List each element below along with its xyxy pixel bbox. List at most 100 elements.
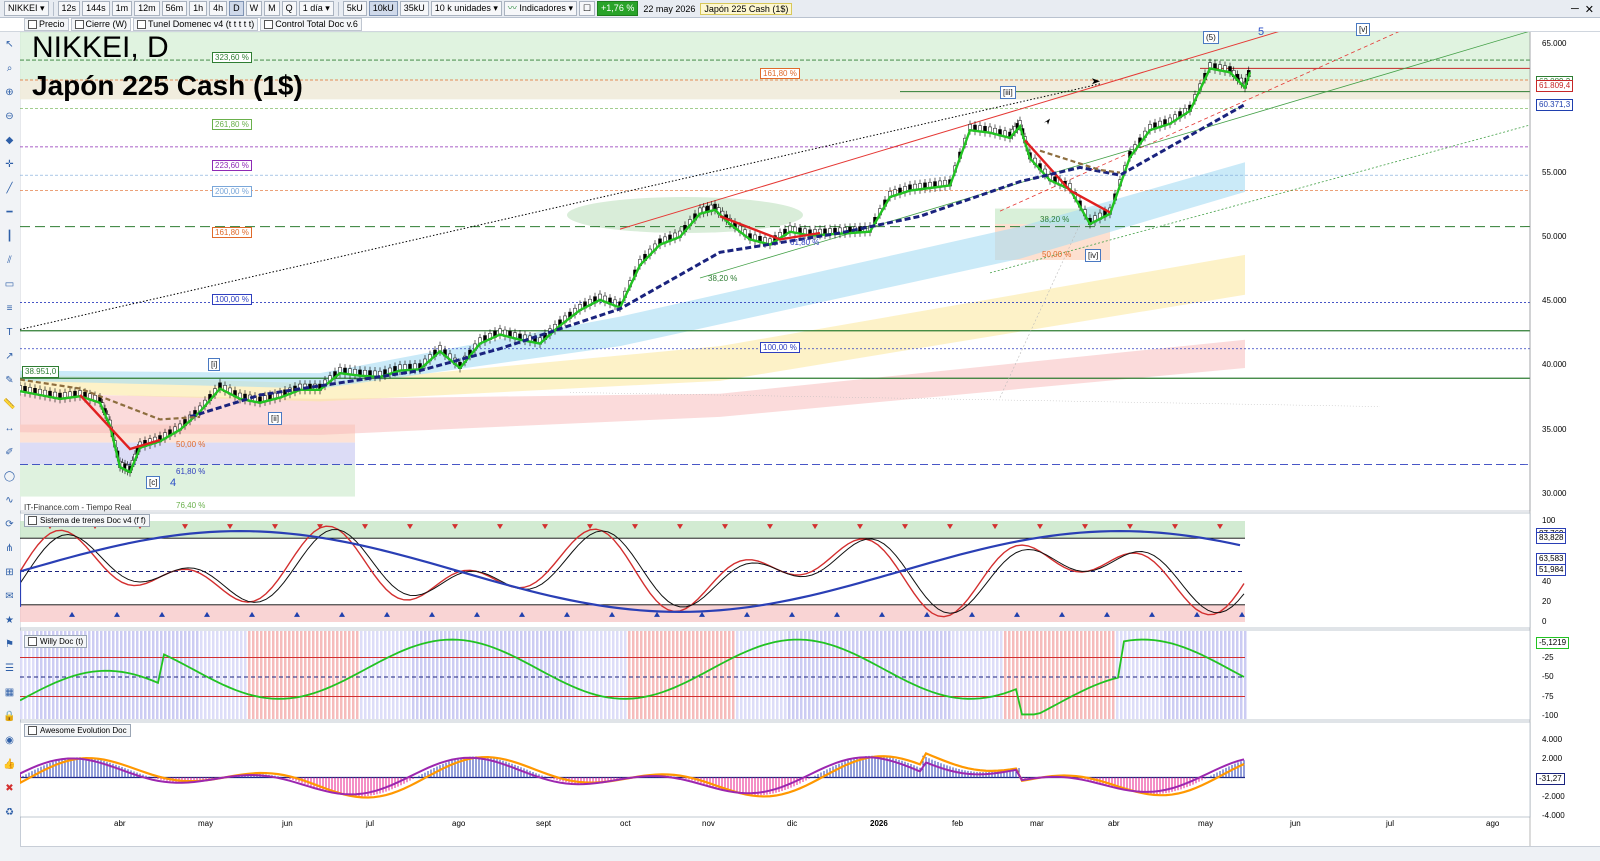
timeframe-12s[interactable]: 12s bbox=[57, 1, 81, 16]
channel-icon[interactable]: ⫽ bbox=[3, 254, 16, 267]
timeframe-4h[interactable]: 4h bbox=[209, 1, 228, 16]
vline-icon[interactable]: ┃ bbox=[3, 230, 16, 243]
timeframe-d[interactable]: D bbox=[229, 1, 244, 16]
willy-bar bbox=[556, 631, 559, 719]
indicator-panel-title[interactable]: Awesome Evolution Doc bbox=[24, 724, 131, 737]
price-tag: 60.371,3 bbox=[1536, 98, 1574, 111]
willy-bar bbox=[992, 631, 995, 719]
fib-icon[interactable]: ≡ bbox=[3, 302, 16, 315]
gann-icon[interactable]: ⊞ bbox=[3, 566, 16, 579]
rect-icon[interactable]: ▭ bbox=[3, 278, 16, 291]
timeframe-q[interactable]: Q bbox=[281, 1, 297, 16]
zoom-in-icon[interactable]: ⊕ bbox=[3, 86, 16, 99]
time-axis-label: mar bbox=[1030, 819, 1044, 828]
willy-bar bbox=[396, 631, 399, 719]
eye-icon[interactable]: ◉ bbox=[3, 734, 16, 747]
thumb-up-icon[interactable]: 👍 bbox=[3, 758, 16, 771]
unit-35ku[interactable]: 35kU bbox=[399, 1, 429, 16]
legend-item[interactable]: Cierre (W) bbox=[70, 18, 132, 31]
trendline-icon[interactable]: ╱ bbox=[3, 182, 16, 195]
willy-bar bbox=[1148, 631, 1151, 719]
timeframe-56m[interactable]: 56m bbox=[161, 1, 188, 16]
shape-icon[interactable]: ◯ bbox=[3, 470, 16, 483]
unit-5ku[interactable]: 5kU bbox=[342, 1, 367, 16]
crosshair-icon[interactable]: ✛ bbox=[3, 158, 16, 171]
time-scrollbar[interactable] bbox=[20, 846, 1600, 861]
willy-bar bbox=[464, 631, 467, 719]
fib-level-label: 100,00 % bbox=[760, 342, 800, 353]
star-icon[interactable]: ★ bbox=[3, 614, 16, 627]
period-select[interactable]: 1 día ▾ bbox=[298, 1, 334, 16]
text-icon[interactable]: T bbox=[3, 326, 16, 339]
cleanup-icon[interactable]: ♻ bbox=[3, 806, 16, 819]
indicator-value-tag: 51,984 bbox=[1536, 564, 1567, 577]
legend-item[interactable]: Precio bbox=[24, 18, 69, 31]
hline-icon[interactable]: ━ bbox=[3, 206, 16, 219]
willy-bar bbox=[1156, 631, 1159, 719]
willy-bar bbox=[912, 631, 915, 719]
willy-bar bbox=[256, 631, 259, 719]
willy-bar bbox=[1024, 631, 1027, 719]
price-tag: 61.809,4 bbox=[1536, 80, 1574, 93]
chart-settings-button[interactable]: ☐ bbox=[578, 1, 596, 16]
willy-bar bbox=[1132, 631, 1135, 719]
delete-icon[interactable]: ✖ bbox=[3, 782, 16, 795]
willy-bar bbox=[848, 631, 851, 719]
price-axis-label: 30.000 bbox=[1542, 489, 1567, 498]
cycle-icon[interactable]: ⟳ bbox=[3, 518, 16, 531]
timeframe-1m[interactable]: 1m bbox=[111, 1, 133, 16]
pitchfork-icon[interactable]: ⋔ bbox=[3, 542, 16, 555]
willy-bar bbox=[104, 631, 107, 719]
timeframe-144s[interactable]: 144s bbox=[82, 1, 110, 16]
indicator-panel-title[interactable]: Willy Doc (t) bbox=[24, 635, 88, 648]
willy-bar bbox=[288, 631, 291, 719]
willy-bar bbox=[488, 631, 491, 719]
timeframe-1h[interactable]: 1h bbox=[189, 1, 208, 16]
wave-icon[interactable]: ∿ bbox=[3, 494, 16, 507]
willy-bar bbox=[516, 631, 519, 719]
indicators-button[interactable]: 〰 Indicadores ▾ bbox=[503, 1, 577, 16]
units-select-label: 10 k unidades bbox=[434, 3, 491, 13]
layers-icon[interactable]: ☰ bbox=[3, 662, 16, 675]
cursor-icon[interactable]: ↖ bbox=[3, 38, 16, 51]
time-axis-label: oct bbox=[620, 819, 631, 828]
willy-bar bbox=[984, 631, 987, 719]
grid-icon[interactable]: ▦ bbox=[3, 686, 16, 699]
unit-10ku[interactable]: 10kU bbox=[368, 1, 398, 16]
willy-bar bbox=[672, 631, 675, 719]
zoom-icon[interactable]: ⌕ bbox=[3, 62, 16, 75]
willy-bar bbox=[308, 631, 311, 719]
indicator-panel-title[interactable]: Sistema de trenes Doc v4 (f f) bbox=[24, 514, 150, 527]
willy-bar bbox=[280, 631, 283, 719]
pen-icon[interactable]: ✎ bbox=[3, 374, 16, 387]
willy-bar bbox=[960, 631, 963, 719]
units-select[interactable]: 10 k unidades ▾ bbox=[430, 1, 502, 16]
indicator-axis-label: -4.000 bbox=[1542, 810, 1565, 820]
arrow-icon[interactable]: ↗ bbox=[3, 350, 16, 363]
measure-icon[interactable]: ↔ bbox=[3, 422, 16, 435]
willy-bar bbox=[788, 631, 791, 719]
ruler-icon[interactable]: 📏 bbox=[3, 398, 16, 411]
timeframe-m[interactable]: M bbox=[264, 1, 280, 16]
legend-item[interactable]: Control Total Doc v.6 bbox=[260, 18, 362, 31]
close-icon[interactable]: ✕ bbox=[1585, 3, 1594, 16]
willy-bar bbox=[1012, 631, 1015, 719]
toolbar-separator bbox=[337, 1, 339, 16]
chart-canvas[interactable] bbox=[20, 32, 1580, 847]
symbol-select[interactable]: NIKKEI ▾ bbox=[4, 1, 49, 16]
zoom-out-icon[interactable]: ⊖ bbox=[3, 110, 16, 123]
willy-bar bbox=[1120, 631, 1123, 719]
willy-bar bbox=[128, 631, 131, 719]
flag-icon[interactable]: ⚑ bbox=[3, 638, 16, 651]
timeframe-w[interactable]: W bbox=[245, 1, 263, 16]
legend-item[interactable]: Tunel Domenec v4 (t t t t t) bbox=[133, 18, 259, 31]
lock-icon[interactable]: 🔒 bbox=[3, 710, 16, 723]
willy-bar bbox=[972, 631, 975, 719]
willy-bar bbox=[800, 631, 803, 719]
magnet-icon[interactable]: ◆ bbox=[3, 134, 16, 147]
willy-bar bbox=[884, 631, 887, 719]
timeframe-12m[interactable]: 12m bbox=[134, 1, 160, 16]
note-icon[interactable]: ✉ bbox=[3, 590, 16, 603]
brush-icon[interactable]: ✐ bbox=[3, 446, 16, 459]
minimize-icon[interactable]: ─ bbox=[1571, 3, 1579, 15]
